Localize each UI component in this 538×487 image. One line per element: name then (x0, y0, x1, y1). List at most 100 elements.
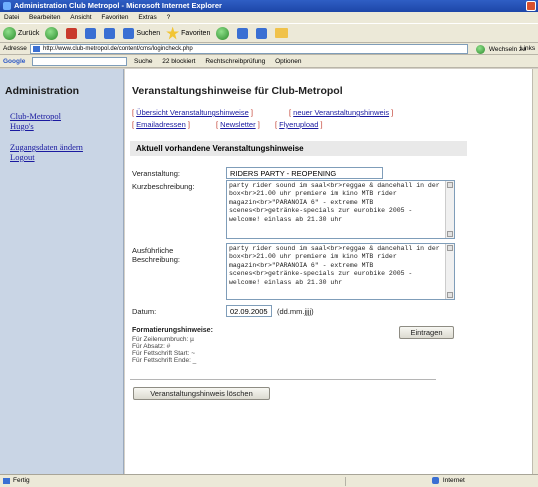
page-icon (33, 46, 40, 52)
nav-link-uebersicht-label: Übersicht Veranstaltungshinweise (136, 108, 249, 117)
hint-line-break: Für Zeilenumbruch: µ (132, 336, 194, 343)
refresh-icon (85, 27, 97, 39)
nav-link-uebersicht[interactable]: [ Übersicht Veranstaltungshinweise ] (132, 108, 253, 117)
address-input[interactable]: http://www.club-metropol.de/content/cms/… (30, 44, 468, 54)
forward-button[interactable] (45, 26, 60, 40)
menu-datei[interactable]: Datei (0, 14, 23, 21)
back-arrow-icon (3, 26, 16, 40)
sidebar-link-club-metropol[interactable]: Club-Metropol (10, 111, 61, 121)
mail-icon (237, 27, 249, 39)
sidebar-link-zugangsdaten[interactable]: Zugangsdaten ändern (10, 142, 83, 152)
section-header: Aktuell vorhandene Veranstaltungshinweis… (130, 141, 467, 156)
window-title: Administration Club Metropol - Microsoft… (14, 1, 222, 10)
event-label: Veranstaltung: (132, 169, 180, 178)
print-button[interactable] (256, 27, 269, 39)
menu-ansicht[interactable]: Ansicht (66, 14, 95, 21)
folder-button[interactable] (275, 28, 290, 38)
long-description-scrollbar[interactable] (445, 244, 454, 299)
google-spellcheck[interactable]: Rechtschreibprüfung (205, 58, 265, 65)
favorites-label: Favoriten (181, 29, 211, 37)
address-url: http://www.club-metropol.de/content/cms/… (43, 46, 193, 52)
menu-extras[interactable]: Extras (134, 14, 160, 21)
google-toolbar: Google Suche 22 blockiert Rechtschreibpr… (0, 55, 538, 68)
short-description-text: party rider sound im saal<br>reggae & da… (229, 182, 440, 223)
google-logo[interactable]: Google (3, 55, 25, 68)
back-button[interactable]: Zurück (3, 26, 40, 40)
nav-link-newsletter-label: Newsletter (220, 120, 256, 129)
mail-button[interactable] (237, 27, 250, 39)
sidebar: Administration Club-Metropol Hugo's Zuga… (0, 69, 124, 474)
home-icon (104, 27, 116, 39)
nav-link-emailadressen[interactable]: [ Emailadressen ] (132, 120, 190, 129)
status-cells (345, 477, 425, 486)
sidebar-title: Administration (5, 85, 80, 97)
nav-link-emailadressen-label: Emailadressen (136, 120, 186, 129)
page-done-icon (3, 478, 10, 484)
delete-event-button[interactable]: Veranstaltungshinweis löschen (133, 387, 270, 400)
hint-bold-end: Für Fettschrift Ende: _ (132, 357, 197, 364)
go-arrow-icon (476, 44, 485, 54)
short-description-textarea[interactable]: party rider sound im saal<br>reggae & da… (226, 180, 455, 239)
google-options[interactable]: Optionen (275, 58, 301, 65)
favorites-button[interactable]: Favoriten (166, 26, 211, 40)
divider (130, 379, 436, 380)
long-description-label-1: Ausführliche (132, 246, 174, 255)
date-input[interactable]: 02.09.2005 (226, 305, 272, 317)
menu-favoriten[interactable]: Favoriten (97, 14, 132, 21)
google-search-input[interactable] (32, 57, 127, 66)
scroll-up-icon[interactable] (447, 182, 453, 188)
date-format-hint: (dd.mm.jjjj) (277, 307, 314, 316)
print-icon (256, 27, 268, 39)
google-search-button[interactable]: Suche (134, 58, 152, 65)
menubar: Datei Bearbeiten Ansicht Favoriten Extra… (0, 12, 538, 23)
short-description-scrollbar[interactable] (445, 181, 454, 238)
short-description-label: Kurzbeschreibung: (132, 182, 195, 191)
back-label: Zurück (18, 29, 40, 37)
window-titlebar: Administration Club Metropol - Microsoft… (0, 0, 538, 12)
scroll-up-icon[interactable] (447, 245, 453, 251)
nav-link-flyerupload[interactable]: [ Flyerupload ] (275, 120, 323, 129)
sidebar-link-hugos[interactable]: Hugo's (10, 121, 34, 131)
search-button[interactable]: Suchen (123, 27, 161, 39)
menu-bearbeiten[interactable]: Bearbeiten (25, 14, 64, 21)
forward-arrow-icon (45, 26, 59, 40)
nav-link-neuer[interactable]: [ neuer Veranstaltungshinweis ] (289, 108, 393, 117)
event-input[interactable]: RIDERS PARTY - REOPENING (226, 167, 383, 179)
long-description-label-2: Beschreibung: (132, 255, 180, 264)
date-label: Datum: (132, 307, 157, 316)
long-description-text: party rider sound im saal<br>reggae & da… (229, 245, 440, 286)
home-button[interactable] (104, 27, 117, 39)
history-button[interactable] (216, 26, 231, 40)
main-content: Veranstaltungshinweise für Club-Metropol… (125, 69, 532, 474)
scroll-down-icon[interactable] (447, 292, 453, 298)
history-icon (216, 26, 230, 40)
google-popup-blocked[interactable]: 22 blockiert (162, 58, 195, 65)
links-button[interactable]: Links (520, 43, 535, 55)
sidebar-link-logout[interactable]: Logout (10, 152, 35, 162)
ie-icon (3, 2, 11, 10)
globe-icon (432, 476, 439, 484)
security-zone: Internet (432, 475, 465, 487)
refresh-button[interactable] (85, 27, 98, 39)
stop-button[interactable] (66, 27, 79, 39)
nav-link-neuer-label: neuer Veranstaltungshinweis (293, 108, 390, 117)
hint-paragraph: Für Absatz: # (132, 343, 171, 350)
nav-link-flyerupload-label: Flyerupload (279, 120, 319, 129)
zone-label: Internet (442, 477, 465, 484)
page-title: Veranstaltungshinweise für Club-Metropol (132, 85, 343, 97)
menu-help[interactable]: ? (163, 14, 175, 21)
status-bar: Fertig Internet (0, 474, 538, 487)
page-scrollbar[interactable] (532, 69, 538, 474)
search-icon (123, 27, 135, 39)
submit-button[interactable]: Eintragen (399, 326, 454, 339)
star-icon (166, 26, 180, 40)
google-items: Suche 22 blockiert Rechtschreibprüfung O… (134, 55, 310, 68)
nav-link-newsletter[interactable]: [ Newsletter ] (216, 120, 260, 129)
close-window-icon[interactable] (526, 1, 536, 11)
address-bar: Adresse http://www.club-metropol.de/cont… (0, 43, 538, 55)
long-description-textarea[interactable]: party rider sound im saal<br>reggae & da… (226, 243, 455, 300)
standard-toolbar: Zurück Suchen Favoriten (0, 23, 538, 43)
address-label: Adresse (3, 45, 27, 52)
scroll-down-icon[interactable] (447, 231, 453, 237)
search-label: Suchen (136, 29, 161, 37)
